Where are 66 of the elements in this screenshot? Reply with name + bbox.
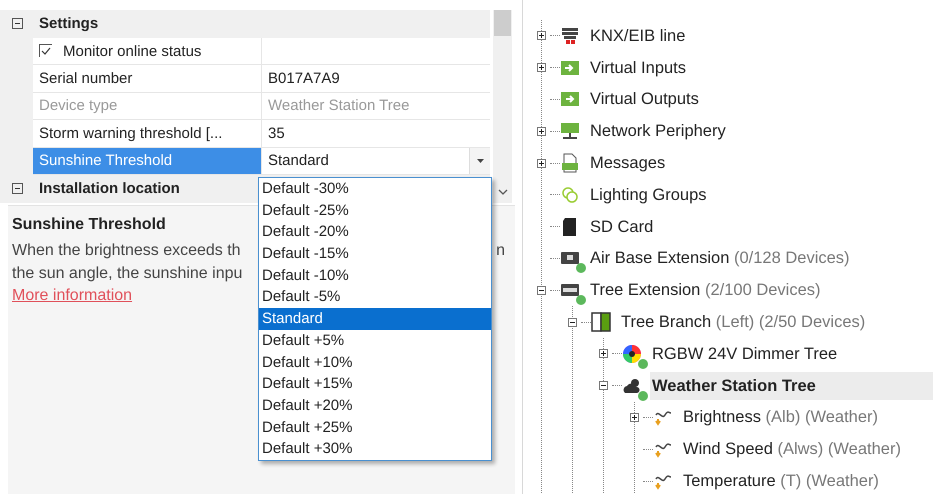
tree-item[interactable]: Tree Branch (Left) (2/50 Devices) <box>619 308 933 336</box>
monitor-icon <box>560 121 580 142</box>
dropdown-option[interactable]: Default +20% <box>259 394 491 417</box>
checkbox[interactable] <box>39 44 53 58</box>
collapse-icon[interactable] <box>536 286 546 295</box>
tree-item[interactable]: Air Base Extension (0/128 Devices) <box>588 244 933 272</box>
tree-item[interactable]: Tree Extension (2/100 Devices) <box>588 276 933 304</box>
description-text: n <box>496 241 505 261</box>
property-value: Weather Station Tree <box>268 97 410 114</box>
collapse-icon[interactable] <box>598 381 608 390</box>
log-file-icon <box>560 153 580 174</box>
tree-item[interactable]: Weather Station Tree <box>650 372 933 400</box>
collapse-icon[interactable] <box>568 318 576 327</box>
expand-icon[interactable] <box>598 349 608 358</box>
expand-icon[interactable] <box>630 412 638 422</box>
expand-icon[interactable] <box>536 63 546 72</box>
dropdown-option[interactable]: Default +25% <box>259 416 491 438</box>
dropdown-option[interactable]: Standard <box>259 308 491 330</box>
bulb-icon <box>560 184 580 205</box>
tree-item[interactable]: Temperature (T) (Weather) <box>681 467 933 494</box>
scroll-thumb[interactable] <box>494 10 511 36</box>
dropdown-option[interactable]: Default -30% <box>259 178 491 200</box>
tree-item[interactable]: Virtual Outputs <box>588 85 933 114</box>
dropdown-option[interactable]: Default -10% <box>259 264 491 286</box>
collapse-icon[interactable] <box>12 183 23 194</box>
collapse-icon[interactable] <box>12 18 23 30</box>
tree-item[interactable]: KNX/EIB line <box>588 22 933 50</box>
property-label: Storm warning threshold [... <box>39 124 222 142</box>
property-value[interactable]: Standard <box>268 152 329 170</box>
description-text: When the brightness exceeds th <box>12 241 241 261</box>
color-wheel-icon <box>622 344 642 364</box>
tree-item[interactable]: Messages <box>588 149 933 178</box>
tree-item[interactable]: Network Periphery <box>588 117 933 146</box>
description-title: Sunshine Threshold <box>12 216 166 234</box>
tree-item[interactable]: SD Card <box>588 212 933 241</box>
split-square-icon <box>591 312 611 332</box>
more-information-link[interactable]: More information <box>12 287 132 305</box>
scroll-down-icon[interactable] <box>498 189 508 195</box>
dropdown-option[interactable]: Default +15% <box>259 373 491 395</box>
property-value: B017A7A9 <box>268 70 340 88</box>
expand-icon[interactable] <box>536 158 546 168</box>
dropdown-option[interactable]: Default -5% <box>259 286 491 308</box>
tree-item[interactable]: Wind Speed (Alws) (Weather) <box>681 435 933 464</box>
dropdown-option[interactable]: Default -20% <box>259 221 491 244</box>
scrollbar[interactable] <box>493 10 512 203</box>
property-value: 35 <box>268 124 285 142</box>
category-label: Settings <box>38 15 98 32</box>
tree-item[interactable]: Brightness (Alb) (Weather) <box>681 403 933 432</box>
expand-icon[interactable] <box>536 126 546 136</box>
tree-item[interactable]: RGBW 24V Dimmer Tree <box>650 340 933 368</box>
caret-icon <box>476 158 484 163</box>
expand-icon[interactable] <box>536 31 546 40</box>
property-label: Serial number <box>39 70 132 88</box>
dropdown-option[interactable]: Default +10% <box>259 352 491 374</box>
dropdown-option[interactable]: Default +30% <box>259 438 491 460</box>
tree-item[interactable]: Lighting Groups <box>588 180 933 209</box>
tree-item[interactable]: Virtual Inputs <box>588 54 933 82</box>
dropdown-option[interactable]: Default +5% <box>259 330 491 352</box>
bus-line-icon <box>560 26 580 46</box>
property-label: Device type <box>39 97 118 114</box>
description-text: the sun angle, the sunshine inpu <box>12 264 242 284</box>
dropdown-option[interactable]: Default -15% <box>259 243 491 265</box>
category-label: Installation location <box>38 180 180 198</box>
property-label: Monitor online status <box>63 42 202 60</box>
property-label: Sunshine Threshold <box>39 152 172 170</box>
dropdown-button[interactable] <box>469 148 490 174</box>
